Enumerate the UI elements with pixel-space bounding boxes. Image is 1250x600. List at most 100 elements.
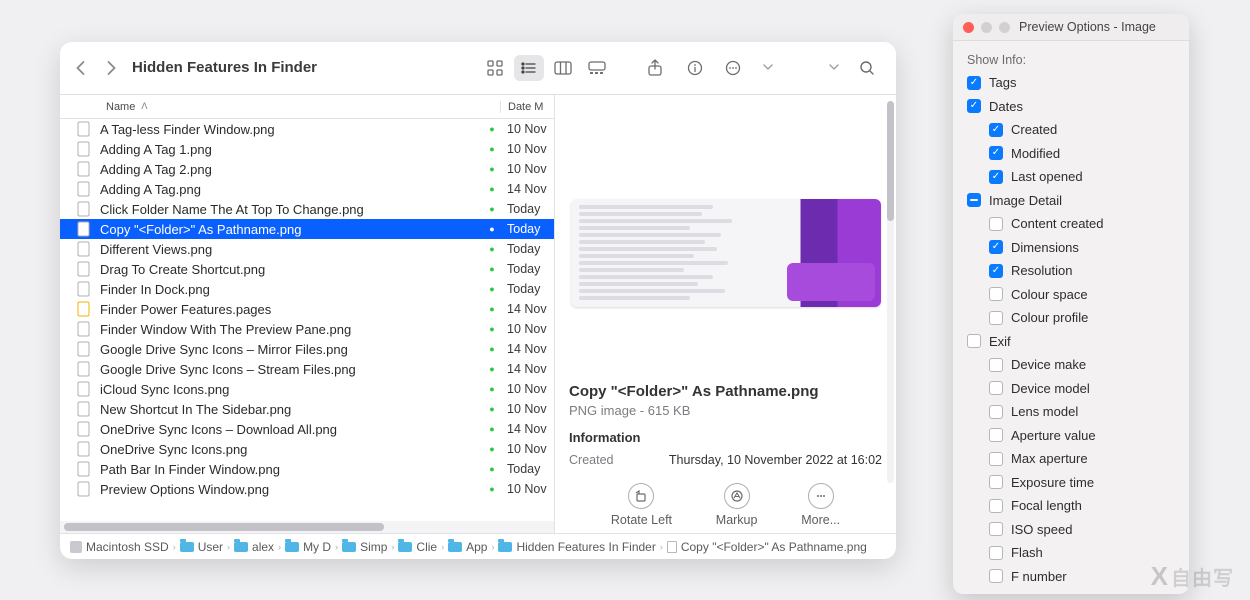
preview-option[interactable]: Device make (989, 353, 1175, 377)
preview-option[interactable]: Max aperture (989, 447, 1175, 471)
preview-option[interactable]: F number (989, 565, 1175, 589)
checkbox[interactable] (989, 522, 1003, 536)
icon-view-button[interactable] (480, 55, 510, 81)
checkbox[interactable] (989, 264, 1003, 278)
gallery-view-button[interactable] (582, 55, 612, 81)
checkbox[interactable] (989, 546, 1003, 560)
file-row[interactable]: Path Bar In Finder Window.pngToday (60, 459, 554, 479)
preview-thumbnail[interactable] (571, 199, 881, 307)
minimize-window-button[interactable] (981, 22, 992, 33)
checkbox[interactable] (967, 334, 981, 348)
checkbox[interactable] (989, 358, 1003, 372)
preview-option[interactable]: Last opened (989, 165, 1175, 189)
checkbox[interactable] (989, 499, 1003, 513)
preview-scrollbar[interactable] (887, 101, 894, 483)
file-row[interactable]: Google Drive Sync Icons – Stream Files.p… (60, 359, 554, 379)
file-row[interactable]: Different Views.pngToday (60, 239, 554, 259)
checkbox[interactable] (967, 193, 981, 207)
checkbox[interactable] (989, 123, 1003, 137)
preview-option[interactable]: Colour space (989, 283, 1175, 307)
preview-option[interactable]: Created (989, 118, 1175, 142)
checkbox[interactable] (989, 405, 1003, 419)
zoom-window-button[interactable] (999, 22, 1010, 33)
rotate-left-button[interactable]: Rotate Left (611, 483, 672, 527)
share-button[interactable] (640, 55, 670, 81)
file-row[interactable]: Google Drive Sync Icons – Mirror Files.p… (60, 339, 554, 359)
path-item[interactable]: Copy "<Folder>" As Pathname.png (667, 540, 867, 554)
path-item[interactable]: alex (234, 540, 274, 554)
file-row[interactable]: New Shortcut In The Sidebar.png10 Nov (60, 399, 554, 419)
file-row[interactable]: Adding A Tag.png14 Nov (60, 179, 554, 199)
preview-option[interactable]: Focal length (989, 494, 1175, 518)
path-item[interactable]: My D (285, 540, 331, 554)
preview-option[interactable]: Tags (967, 71, 1175, 95)
file-row[interactable]: Finder Window With The Preview Pane.png1… (60, 319, 554, 339)
preview-option[interactable]: ISO speed (989, 518, 1175, 542)
back-button[interactable] (74, 59, 87, 77)
preview-option[interactable]: Lens model (989, 400, 1175, 424)
checkbox[interactable] (989, 311, 1003, 325)
horizontal-scrollbar[interactable] (60, 521, 554, 533)
preview-option[interactable]: Aperture value (989, 424, 1175, 448)
file-row[interactable]: OneDrive Sync Icons.png10 Nov (60, 439, 554, 459)
file-row[interactable]: Click Folder Name The At Top To Change.p… (60, 199, 554, 219)
file-row[interactable]: Adding A Tag 1.png10 Nov (60, 139, 554, 159)
checkbox[interactable] (989, 217, 1003, 231)
scrollbar-thumb[interactable] (64, 523, 384, 531)
checkbox[interactable] (989, 569, 1003, 583)
preview-option[interactable]: Device model (989, 377, 1175, 401)
file-row[interactable]: Drag To Create Shortcut.pngToday (60, 259, 554, 279)
preview-option[interactable]: Resolution (989, 259, 1175, 283)
preview-option[interactable]: Colour profile (989, 306, 1175, 330)
file-row[interactable]: Finder In Dock.pngToday (60, 279, 554, 299)
chevron-down-icon[interactable] (760, 64, 776, 72)
overflow-chevron[interactable] (826, 64, 842, 72)
path-item[interactable]: App (448, 540, 487, 554)
scrollbar-thumb[interactable] (887, 101, 894, 221)
preview-option[interactable]: Content created (989, 212, 1175, 236)
close-window-button[interactable] (963, 22, 974, 33)
preview-option[interactable]: Image Detail (967, 189, 1175, 213)
list-view-button[interactable] (514, 55, 544, 81)
search-button[interactable] (852, 55, 882, 81)
file-row[interactable]: Copy "<Folder>" As Pathname.pngToday (60, 219, 554, 239)
path-item[interactable]: Simp (342, 540, 387, 554)
checkbox[interactable] (989, 452, 1003, 466)
markup-button[interactable]: Markup (716, 483, 758, 527)
forward-button[interactable] (105, 59, 118, 77)
preview-option[interactable]: Exif (967, 330, 1175, 354)
file-row[interactable]: Finder Power Features.pages14 Nov (60, 299, 554, 319)
checkbox[interactable] (989, 170, 1003, 184)
path-bar[interactable]: Macintosh SSD›User›alex›My D›Simp›Clie›A… (60, 533, 896, 559)
checkbox[interactable] (989, 428, 1003, 442)
column-view-button[interactable] (548, 55, 578, 81)
column-header-date[interactable]: Date M (500, 101, 554, 113)
checkbox[interactable] (989, 146, 1003, 160)
checkbox[interactable] (989, 287, 1003, 301)
file-row[interactable]: A Tag-less Finder Window.png10 Nov (60, 119, 554, 139)
checkbox[interactable] (989, 381, 1003, 395)
checkbox[interactable] (967, 99, 981, 113)
file-list[interactable]: A Tag-less Finder Window.png10 NovAdding… (60, 119, 554, 521)
folder-title[interactable]: Hidden Features In Finder (132, 59, 317, 76)
path-item[interactable]: Macintosh SSD (70, 540, 169, 554)
file-row[interactable]: iCloud Sync Icons.png10 Nov (60, 379, 554, 399)
more-button[interactable]: More... (801, 483, 840, 527)
path-item[interactable]: Hidden Features In Finder (498, 540, 655, 554)
preview-option[interactable]: Modified (989, 142, 1175, 166)
file-row[interactable]: OneDrive Sync Icons – Download All.png14… (60, 419, 554, 439)
path-item[interactable]: Clie (398, 540, 437, 554)
preview-options-titlebar[interactable]: Preview Options - Image (953, 14, 1189, 41)
preview-option[interactable]: Exposure time (989, 471, 1175, 495)
file-row[interactable]: Adding A Tag 2.png10 Nov (60, 159, 554, 179)
checkbox[interactable] (967, 76, 981, 90)
preview-option[interactable]: Dates (967, 95, 1175, 119)
checkbox[interactable] (989, 475, 1003, 489)
file-row[interactable]: Preview Options Window.png10 Nov (60, 479, 554, 499)
info-button[interactable] (680, 55, 710, 81)
preview-option[interactable]: Flash (989, 541, 1175, 565)
path-item[interactable]: User (180, 540, 223, 554)
checkbox[interactable] (989, 240, 1003, 254)
preview-option[interactable]: Dimensions (989, 236, 1175, 260)
more-actions-button[interactable] (720, 55, 750, 81)
